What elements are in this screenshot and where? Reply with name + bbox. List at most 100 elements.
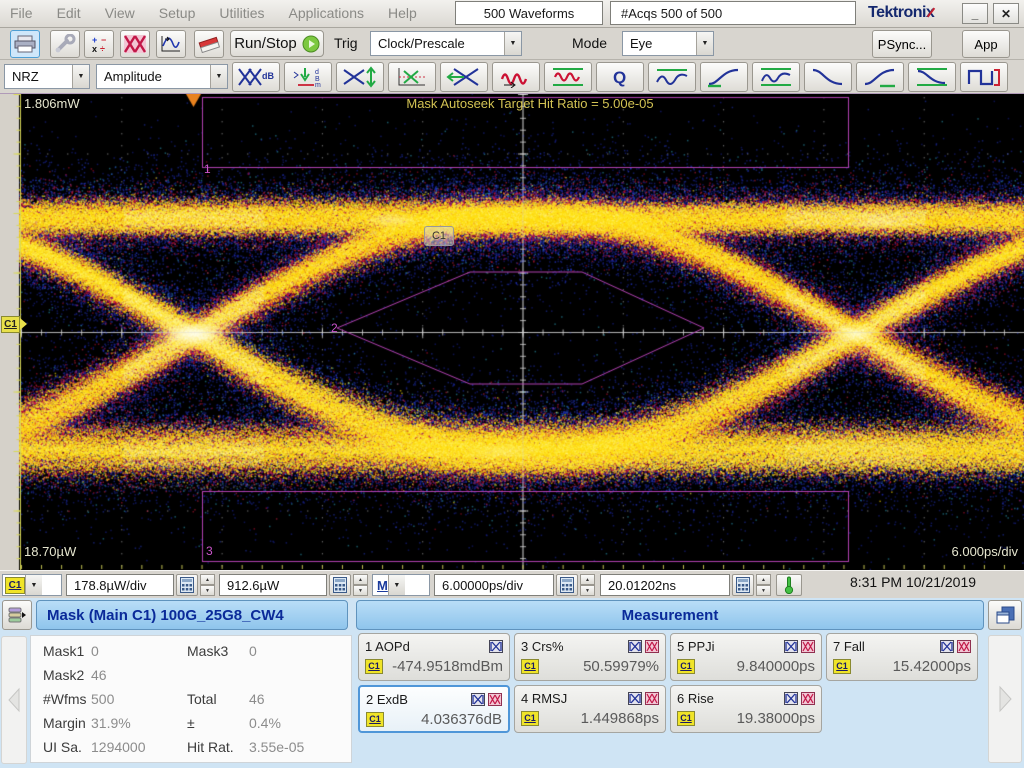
horizontal-position-field[interactable]: 20.01202ns — [600, 574, 730, 596]
horizontal-scale-field[interactable]: 6.00000ps/div — [434, 574, 554, 596]
horizontal-position-spinner[interactable]: ▲ ▼ — [756, 574, 771, 596]
rise-time-button[interactable] — [700, 62, 748, 92]
horizontal-scale-spinner[interactable]: ▲ ▼ — [580, 574, 595, 596]
measurement-cell-ppji[interactable]: 5 PPJi C1 9.840000ps — [670, 633, 822, 681]
eye-width-button[interactable] — [440, 62, 488, 92]
vertical-scale-keypad-button[interactable] — [176, 574, 198, 596]
jitter-pp-button[interactable] — [492, 62, 540, 92]
temperature-button[interactable] — [776, 574, 802, 596]
math-button[interactable]: + − x ÷ — [84, 30, 114, 58]
channel-badge: C1 — [5, 577, 25, 594]
measurement-cell-aopd[interactable]: 1 AOPd C1 -474.9518mdBm — [358, 633, 510, 681]
jitter-rms-button[interactable] — [544, 62, 592, 92]
jitter-rms-icon — [550, 66, 586, 88]
close-button[interactable]: ✕ — [993, 3, 1019, 24]
crossing-button[interactable] — [388, 62, 436, 92]
menu-file[interactable]: File — [10, 0, 33, 26]
menu-edit[interactable]: Edit — [57, 0, 81, 26]
marker-arrow-icon — [20, 318, 27, 330]
readout-dock-button[interactable] — [2, 600, 32, 630]
spin-up-icon[interactable]: ▲ — [353, 574, 368, 585]
svg-text:m: m — [315, 82, 321, 88]
horizontal-scale-keypad-button[interactable] — [556, 574, 578, 596]
print-button[interactable] — [10, 30, 40, 58]
spin-down-icon[interactable]: ▼ — [200, 585, 215, 596]
eraser-icon — [197, 35, 221, 53]
svg-text:dB: dB — [262, 71, 274, 81]
eye-stat-icon — [489, 640, 503, 653]
fall-time-button[interactable] — [804, 62, 852, 92]
mask-stat-icon — [645, 640, 659, 653]
mask-panel-header[interactable]: Mask (Main C1) 100G_25G8_CW4 — [36, 600, 348, 630]
trigger-source-value: Clock/Prescale — [371, 36, 504, 51]
chevron-down-icon: ▼ — [210, 65, 227, 88]
pulse-width-button[interactable] — [960, 62, 1008, 92]
run-stop-button[interactable]: Run/Stop — [230, 30, 324, 57]
app-button[interactable]: App — [962, 30, 1010, 58]
timebase-source-dropdown[interactable]: M ▼ — [372, 574, 430, 596]
menu-setup[interactable]: Setup — [159, 0, 196, 26]
measurement-cell-exdb[interactable]: 2 ExdB C1 4.036376dB — [358, 685, 510, 733]
waveform-measure-button[interactable] — [156, 30, 186, 58]
measurement-panel-header[interactable]: Measurement — [356, 600, 984, 630]
crossing-icon — [394, 66, 430, 88]
menu-help[interactable]: Help — [388, 0, 417, 26]
mask-stat-icon — [801, 640, 815, 653]
eye-diagram-canvas[interactable] — [0, 94, 1024, 570]
source-badge: C1 — [365, 659, 383, 674]
source-badge: C1 — [677, 711, 695, 726]
spin-down-icon[interactable]: ▼ — [756, 585, 771, 596]
measurement-cell-fall[interactable]: 7 Fall C1 15.42000ps — [826, 633, 978, 681]
level-high-button[interactable] — [648, 62, 696, 92]
eye-height-button[interactable] — [336, 62, 384, 92]
chevron-down-icon: ▼ — [25, 575, 42, 595]
spin-down-icon[interactable]: ▼ — [353, 585, 368, 596]
menu-applications[interactable]: Applications — [289, 0, 365, 26]
vertical-offset-field[interactable]: 912.6µW — [219, 574, 327, 596]
psync-button[interactable]: PSync... — [872, 30, 932, 58]
vertical-offset-spinner[interactable]: ▲ ▼ — [353, 574, 368, 596]
signal-type-dropdown[interactable]: NRZ ▼ — [4, 64, 90, 89]
scroll-left-button[interactable] — [1, 636, 27, 764]
spin-up-icon[interactable]: ▲ — [580, 574, 595, 585]
timebase-badge: M — [377, 578, 388, 593]
measure-category-value: Amplitude — [97, 69, 210, 84]
erase-button[interactable] — [194, 30, 224, 58]
channel-ground-marker[interactable]: C1 — [1, 316, 27, 333]
vertical-offset-keypad-button[interactable] — [329, 574, 351, 596]
channel-select-dropdown[interactable]: C1 ▼ — [2, 574, 62, 596]
eye-stat-icon — [784, 640, 798, 653]
rise-time-2-icon — [862, 66, 898, 88]
setup-button[interactable] — [50, 30, 80, 58]
trigger-source-dropdown[interactable]: Clock/Prescale ▼ — [370, 31, 522, 56]
menu-utilities[interactable]: Utilities — [219, 0, 264, 26]
mask-test-button[interactable] — [120, 30, 150, 58]
svg-text:Q: Q — [613, 68, 626, 87]
source-badge: C1 — [677, 659, 695, 674]
minimize-button[interactable]: _ — [962, 3, 988, 24]
spin-down-icon[interactable]: ▼ — [580, 585, 595, 596]
measurement-cell-crs[interactable]: 3 Crs% C1 50.59979% — [514, 633, 666, 681]
vertical-scale-spinner[interactable]: ▲ ▼ — [200, 574, 215, 596]
scroll-right-button[interactable] — [988, 635, 1022, 763]
q-factor-button[interactable]: Q — [596, 62, 644, 92]
measurement-cell-rise[interactable]: 6 Rise C1 19.38000ps — [670, 685, 822, 733]
extinction-ratio-db-button[interactable]: dB — [232, 62, 280, 92]
spin-up-icon[interactable]: ▲ — [200, 574, 215, 585]
vertical-scale-field[interactable]: 178.8µW/div — [66, 574, 174, 596]
spin-up-icon[interactable]: ▲ — [756, 574, 771, 585]
menu-view[interactable]: View — [105, 0, 135, 26]
average-power-dbm-button[interactable]: dBm — [284, 62, 332, 92]
average-power-dbm-icon: dBm — [290, 66, 326, 88]
measurement-cell-rmsj[interactable]: 4 RMSJ C1 1.449868ps — [514, 685, 666, 733]
calculator-icon — [560, 577, 574, 593]
fall-levels-button[interactable] — [908, 62, 956, 92]
measure-category-dropdown[interactable]: Amplitude ▼ — [96, 64, 228, 89]
float-panel-button[interactable] — [988, 600, 1022, 630]
horizontal-position-keypad-button[interactable] — [732, 574, 754, 596]
channel-cursor-badge[interactable]: C1 — [424, 226, 454, 246]
level-mid-button[interactable] — [752, 62, 800, 92]
mask-stat-icon — [801, 692, 815, 705]
rise-time-2-button[interactable] — [856, 62, 904, 92]
mode-dropdown[interactable]: Eye ▼ — [622, 31, 714, 56]
